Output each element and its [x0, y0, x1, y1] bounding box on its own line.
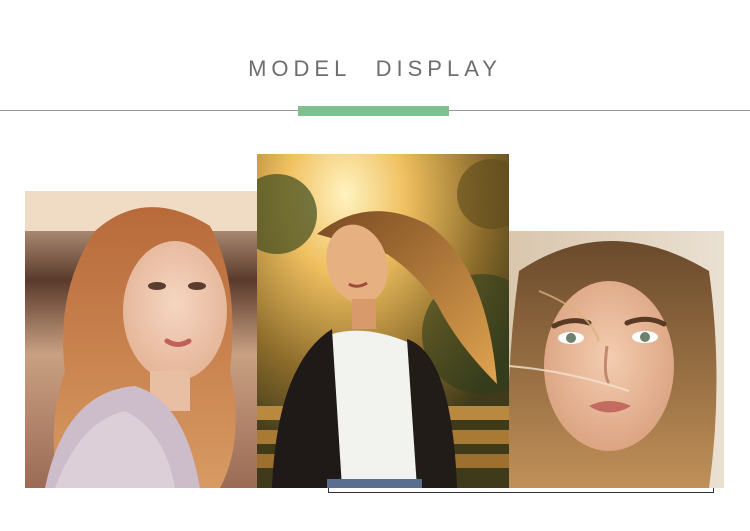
model-photo-1 — [25, 191, 257, 488]
title-accent-bar — [298, 106, 449, 116]
section-title: MODEL DISPLAY — [248, 56, 502, 81]
model-photo-3 — [509, 231, 724, 488]
model-photo-2 — [257, 154, 509, 488]
